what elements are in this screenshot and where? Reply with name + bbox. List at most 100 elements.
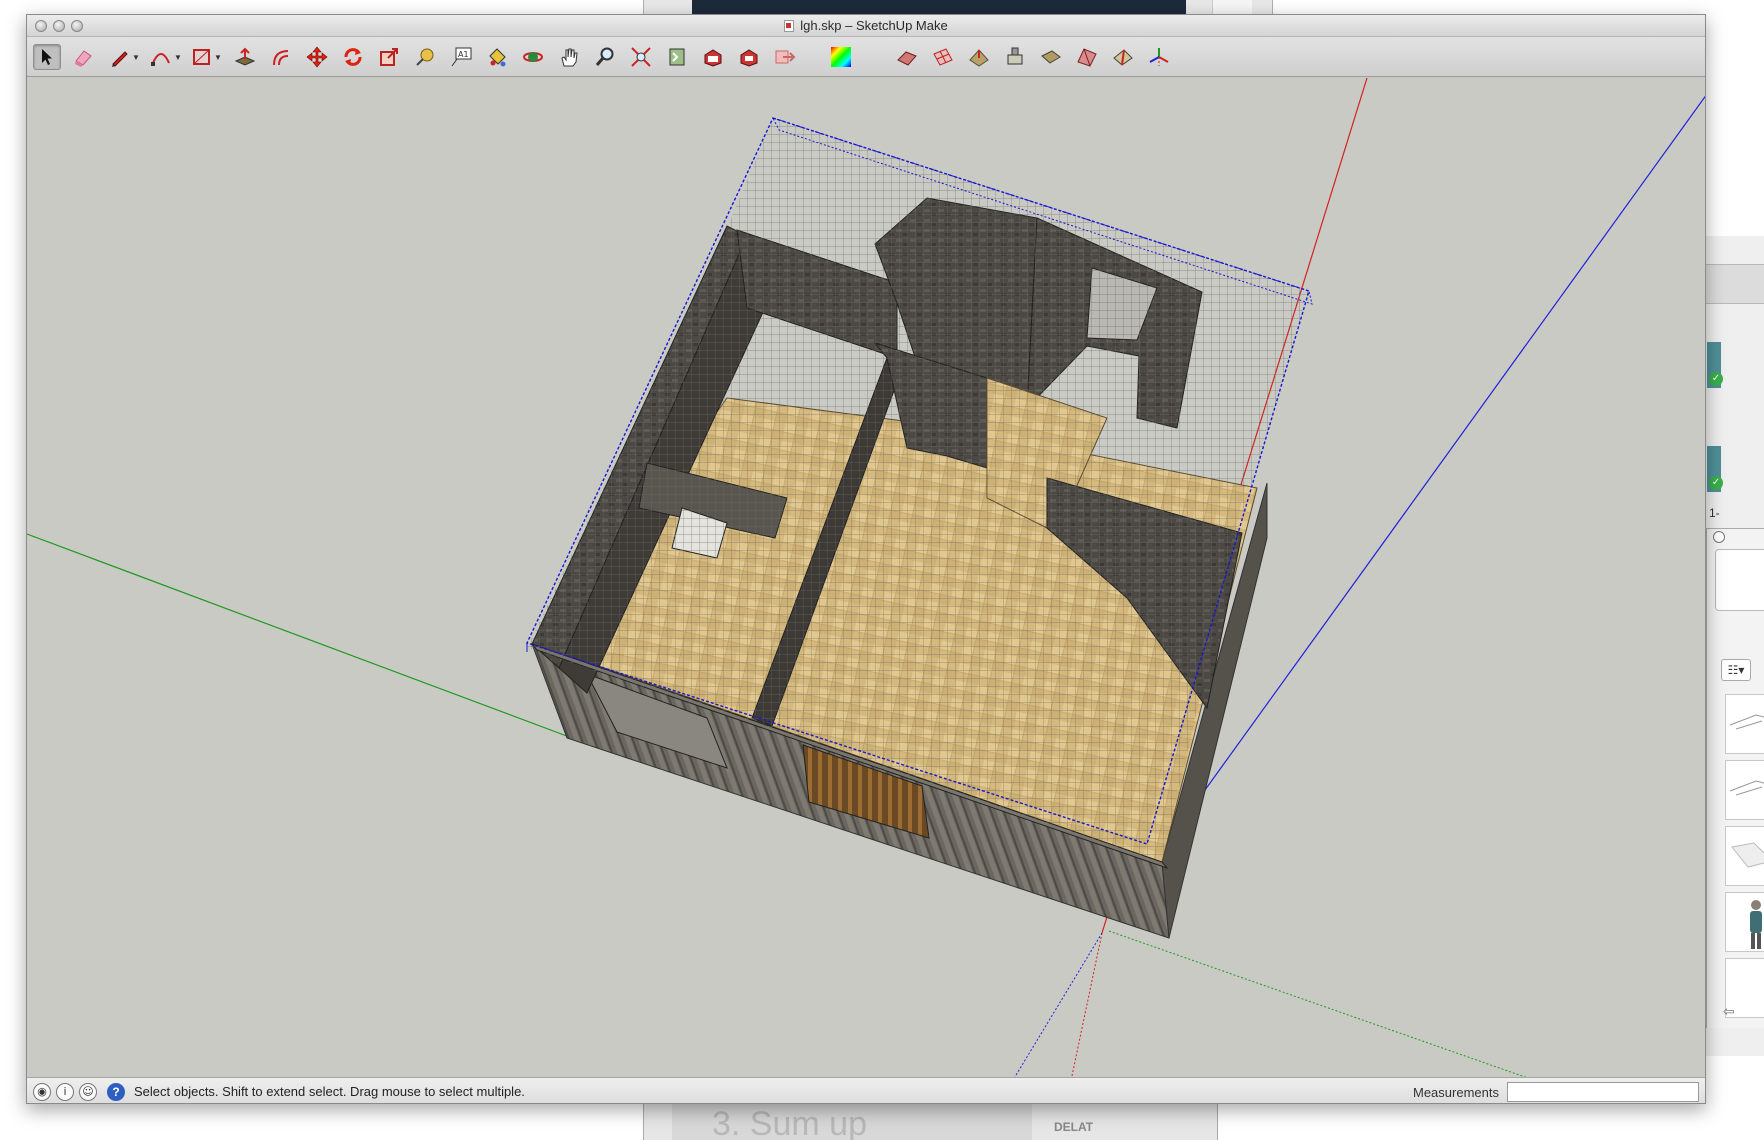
drape-icon (1041, 50, 1061, 64)
eraser-tool-button[interactable] (69, 44, 97, 70)
rectangle-tool-button[interactable]: ▼ (189, 44, 225, 70)
pan-tool-button[interactable] (555, 44, 583, 70)
blue-axis-dotted (1006, 932, 1103, 1091)
magnifier-icon (595, 47, 614, 66)
push-pull-icon (234, 47, 256, 66)
hand-icon (561, 48, 578, 67)
measurements-label: Measurements (1413, 1085, 1499, 1100)
pencil-icon (112, 51, 128, 67)
rotate-icon (344, 48, 362, 66)
share-model-tool-button[interactable] (771, 44, 799, 70)
text-tool-button[interactable]: A1 (447, 44, 475, 70)
geo-location-icon[interactable]: ◉ (33, 1083, 51, 1101)
status-hint: Select objects. Shift to extend select. … (134, 1084, 525, 1099)
zoom-window-button[interactable] (71, 20, 83, 32)
sandbox-grid-icon (933, 48, 953, 66)
offset-tool-button[interactable] (267, 44, 295, 70)
axes-icon (1149, 48, 1169, 66)
orbit-tool-button[interactable] (519, 44, 547, 70)
component-thumbnail[interactable] (1725, 760, 1764, 820)
add-detail-tool-button[interactable] (1073, 44, 1101, 70)
title-bar: lgh.skp – SketchUp Make (27, 15, 1705, 37)
background-window-side (1212, 0, 1252, 14)
scale-icon (380, 48, 398, 66)
background-window-content (692, 0, 1186, 14)
zoom-extents-icon (631, 47, 651, 67)
component-preview (1715, 549, 1764, 611)
flip-edge-tool-button[interactable] (1109, 44, 1137, 70)
svg-text:A1: A1 (458, 50, 469, 59)
smoove-icon (969, 49, 989, 67)
rotate-tool-button[interactable] (339, 44, 367, 70)
stamp-tool-button[interactable] (1001, 44, 1029, 70)
window-title: lgh.skp – SketchUp Make (800, 18, 948, 33)
status-bar: ◉ i ☺ ? Select objects. Shift to extend … (27, 1077, 1705, 1103)
eraser-icon (75, 50, 92, 67)
paint-bucket-icon (489, 48, 506, 67)
user-account-icon[interactable]: ☺ (79, 1083, 97, 1101)
sandbox-from-scratch-tool-button[interactable] (929, 44, 957, 70)
tape-measure-icon (416, 48, 434, 66)
sandbox-from-contours-tool-button[interactable] (893, 44, 921, 70)
drape-tool-button[interactable] (1037, 44, 1065, 70)
scale-tool-button[interactable] (375, 44, 403, 70)
extension-warehouse-icon (740, 49, 758, 67)
check-icon: ✓ (1709, 476, 1723, 490)
scene-canvas (27, 77, 1705, 1091)
arc-tool-button[interactable]: ▼ (148, 44, 184, 70)
orbit-icon (523, 52, 543, 62)
arrow-cursor-icon (42, 49, 52, 65)
green-axis-dotted (1108, 930, 1563, 1091)
sketchup-window: lgh.skp – SketchUp Make ▼ ▼ ▼ A1 ◉ i ☺ ?… (26, 14, 1706, 1104)
credits-info-icon[interactable]: i (56, 1083, 74, 1101)
background-panel-band (1703, 264, 1764, 304)
line-tool-button[interactable]: ▼ (107, 44, 143, 70)
component-thumbnail-person[interactable] (1725, 892, 1764, 952)
add-detail-icon (1077, 48, 1097, 67)
view-options-button[interactable]: ☷▾ (1721, 659, 1751, 681)
move-tool-button[interactable] (303, 44, 331, 70)
help-icon[interactable]: ? (107, 1083, 125, 1101)
background-label: DELAT (1054, 1120, 1094, 1134)
red-axis-dotted (1068, 932, 1103, 1091)
zoom-extents-tool-button[interactable] (627, 44, 655, 70)
back-arrow-icon[interactable]: ⇦ (1723, 1003, 1735, 1020)
component-thumbnail[interactable] (1725, 694, 1764, 754)
text-icon: A1 (451, 47, 472, 67)
previous-view-tool-button[interactable] (663, 44, 691, 70)
components-panel: ☷▾ ⇦ (1706, 528, 1764, 1028)
component-thumbnail[interactable] (1725, 826, 1764, 886)
sandbox-contours-icon (897, 51, 917, 66)
zoom-tool-button[interactable] (591, 44, 619, 70)
rectangle-icon (193, 49, 211, 65)
tape-measure-tool-button[interactable] (411, 44, 439, 70)
modeling-viewport[interactable] (27, 77, 1705, 1091)
close-window-button[interactable] (35, 20, 47, 32)
background-window-bottom: 3. Sum up DELAT (643, 1100, 1218, 1140)
warehouse-tool-button[interactable] (699, 44, 727, 70)
axes-tool-button[interactable] (1145, 44, 1173, 70)
main-toolbar: ▼ ▼ ▼ A1 (27, 37, 1705, 77)
green-axis-line (27, 533, 573, 739)
paint-bucket-tool-button[interactable] (483, 44, 511, 70)
stamp-icon (1007, 47, 1023, 65)
background-panel-label: 1- (1709, 506, 1720, 520)
background-heading: 3. Sum up (672, 1104, 1032, 1140)
check-icon: ✓ (1709, 372, 1723, 386)
styles-tool-button[interactable] (827, 44, 855, 70)
select-tool-button[interactable] (33, 44, 61, 70)
previous-view-icon (669, 48, 685, 66)
push-pull-tool-button[interactable] (231, 44, 259, 70)
document-icon (784, 20, 795, 32)
smoove-tool-button[interactable] (965, 44, 993, 70)
arc-icon (151, 53, 170, 66)
panel-close-icon[interactable] (1713, 531, 1725, 543)
flip-edge-icon (1113, 49, 1133, 66)
measurements-field[interactable] (1507, 1082, 1699, 1102)
minimize-window-button[interactable] (53, 20, 65, 32)
color-palette-icon (831, 47, 851, 67)
share-model-icon (775, 50, 796, 64)
extension-warehouse-tool-button[interactable] (735, 44, 763, 70)
move-icon (306, 46, 328, 68)
offset-icon (273, 50, 289, 66)
